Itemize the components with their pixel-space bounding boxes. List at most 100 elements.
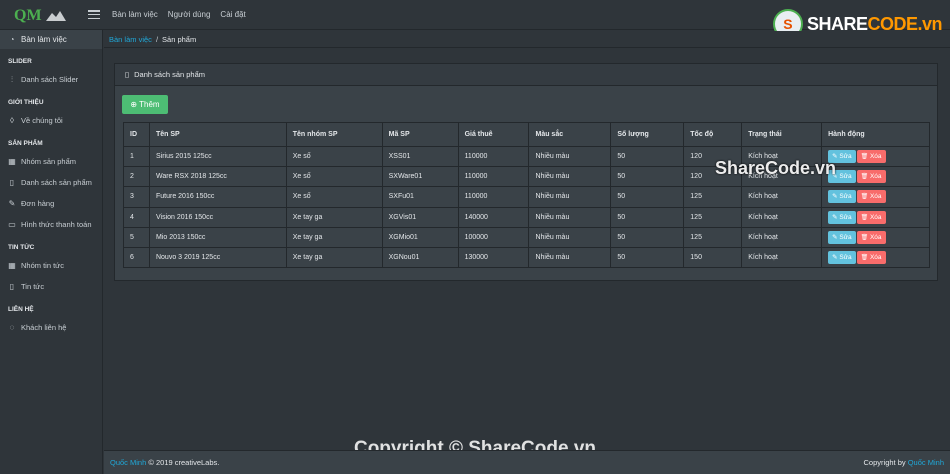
sidebar-item[interactable]: ▦ Nhóm sản phẩm: [0, 151, 102, 172]
sliders-icon: ⫶: [11, 74, 13, 84]
edit-button-label: Sửa: [839, 193, 852, 201]
sidebar-item[interactable]: ◌ Khách liên hệ: [0, 317, 102, 338]
table-cell: 150: [683, 246, 743, 269]
sidebar-item-label: Nhóm tin tức: [21, 261, 64, 270]
delete-button[interactable]: 🗑 Xóa: [856, 230, 886, 244]
sidebar-item-label: Danh sách Slider: [21, 75, 79, 84]
sidebar-section-title: LIÊN HỆ: [8, 306, 34, 313]
trash-icon: 🗑: [860, 234, 870, 241]
table-cell: Sirius 2015 125cc: [148, 145, 287, 168]
sidebar-item-label: Khách liên hệ: [21, 323, 67, 332]
table-cell: Kích hoạt: [741, 246, 823, 269]
sidebar-item[interactable]: ▭ Hình thức thanh toán: [0, 214, 102, 235]
footer-author-link[interactable]: Quốc Minh: [110, 458, 146, 467]
actions-cell: ✎ Sửa 🗑 Xóa: [821, 206, 930, 228]
trash-icon: 🗑: [860, 214, 870, 221]
table-cell: 125: [683, 206, 743, 228]
sidebar-item[interactable]: ◊ Về chúng tôi: [0, 110, 102, 131]
edit-button-label: Sửa: [839, 233, 852, 241]
table-cell: XSS01: [381, 145, 459, 168]
actions-cell: ✎ Sửa 🗑 Xóa: [821, 186, 930, 208]
delete-button-label: Xóa: [869, 213, 882, 221]
column-header: Tên SP: [148, 122, 287, 147]
nav-link-users[interactable]: Người dùng: [168, 10, 211, 19]
delete-button[interactable]: 🗑 Xóa: [856, 150, 886, 164]
edit-button-label: Sửa: [839, 173, 852, 181]
edit-button[interactable]: ✎ Sửa: [828, 230, 856, 244]
table-cell: 50: [610, 226, 685, 248]
actions-cell: ✎ Sửa 🗑 Xóa: [821, 145, 930, 168]
column-header: Giá thuê: [457, 122, 530, 147]
delete-button-label: Xóa: [869, 193, 882, 201]
sidebar-item-label: Danh sách sản phẩm: [21, 178, 92, 187]
sidebar-item[interactable]: ▯ Tin tức: [0, 276, 102, 297]
sidebar-item-dashboard[interactable]: ◔ Bàn làm việc: [0, 30, 102, 49]
nav-link-dashboard[interactable]: Bàn làm việc: [112, 10, 158, 19]
sidebar-item[interactable]: ⫶ Danh sách Slider: [0, 69, 102, 90]
drop-icon: ◊: [10, 116, 14, 125]
table-row: 5 Mio 2013 150cc Xe tay ga XGMio01 100000 Nhi…: [123, 226, 930, 248]
table-cell: Nhiều màu: [528, 246, 612, 269]
table-cell: Xe số: [285, 186, 383, 208]
column-header: Tên nhóm SP: [285, 122, 383, 147]
sidebar-item-label: Đơn hàng: [21, 199, 55, 208]
table-header-row: ID Tên SP Tên nhóm SP Mã SP Giá thuê Màu sắc S…: [123, 122, 930, 147]
table-cell: 110000: [457, 186, 530, 208]
table-cell: Xe số: [285, 166, 383, 188]
card-header: ▯ Danh sách sản phẩm: [115, 64, 937, 86]
sidebar: ◔ Bàn làm việc SLIDER ⫶ Danh sách Slider GI…: [0, 30, 103, 474]
add-button-label: Thêm: [139, 100, 160, 109]
speedometer-icon: ◔: [9, 35, 15, 44]
table-cell: 6: [123, 246, 150, 269]
sidebar-section-title: SLIDER: [8, 58, 32, 65]
delete-button[interactable]: 🗑 Xóa: [856, 251, 886, 265]
sidebar-section-title: SẢN PHẨM: [8, 140, 43, 147]
edit-button[interactable]: ✎ Sửa: [828, 190, 856, 204]
grid-icon: ▦: [8, 157, 16, 166]
column-header: Mã SP: [381, 122, 459, 147]
breadcrumb-parent-link[interactable]: Bàn làm việc: [109, 35, 152, 44]
delete-button-label: Xóa: [869, 153, 882, 161]
brand-logo[interactable]: QM: [0, 0, 80, 30]
delete-button[interactable]: 🗑 Xóa: [856, 190, 886, 204]
table-cell: Ware RSX 2018 125cc: [148, 166, 287, 188]
sidebar-item-label: Bàn làm việc: [21, 35, 67, 44]
trash-icon: 🗑: [860, 154, 870, 161]
table-cell: 125: [683, 226, 743, 248]
column-header: Hành động: [821, 122, 930, 147]
footer-right-author-link[interactable]: Quốc Minh: [908, 458, 944, 467]
table-cell: 110000: [457, 145, 530, 168]
table-cell: Kích hoạt: [741, 186, 823, 208]
chat-icon: ◌: [9, 323, 15, 332]
top-header: QM Bàn làm việc Người dùng Cài đặt S SHA…: [0, 0, 950, 39]
sidebar-item-label: Về chúng tôi: [21, 116, 63, 125]
table-cell: 100000: [457, 226, 530, 248]
logo-icon: QM: [14, 7, 66, 24]
card-title: Danh sách sản phẩm: [134, 70, 206, 79]
sidebar-item-label: Nhóm sản phẩm: [21, 157, 77, 166]
sidebar-toggle-icon[interactable]: [88, 10, 100, 19]
edit-icon: ✎: [8, 199, 16, 208]
sidebar-item[interactable]: ▦ Nhóm tin tức: [0, 255, 102, 276]
table-row: 4 Vision 2016 150cc Xe tay ga XGVis01 140000…: [123, 206, 930, 228]
table-cell: Mio 2013 150cc: [148, 226, 287, 248]
table-cell: 50: [610, 206, 685, 228]
add-product-button[interactable]: ⊕ Thêm: [122, 95, 168, 114]
table-cell: SXWare01: [381, 166, 459, 188]
sidebar-item[interactable]: ✎ Đơn hàng: [0, 193, 102, 214]
table-cell: Xe tay ga: [285, 246, 383, 269]
delete-button-label: Xóa: [869, 254, 882, 262]
footer-left: Quốc Minh © 2019 creativeLabs.: [110, 458, 219, 467]
table-row: 3 Future 2016 150cc Xe số SXFu01 110000 Nhiều…: [123, 186, 930, 208]
sidebar-item[interactable]: ▯ Danh sách sản phẩm: [0, 172, 102, 193]
delete-button[interactable]: 🗑 Xóa: [856, 210, 886, 224]
nav-link-settings[interactable]: Cài đặt: [220, 10, 245, 19]
column-header: ID: [123, 122, 150, 147]
edit-button[interactable]: ✎ Sửa: [828, 210, 856, 224]
actions-cell: ✎ Sửa 🗑 Xóa: [821, 226, 930, 248]
table-cell: 50: [610, 145, 685, 168]
delete-button[interactable]: 🗑 Xóa: [856, 170, 886, 184]
edit-button[interactable]: ✎ Sửa: [828, 251, 856, 265]
edit-button-label: Sửa: [839, 153, 852, 161]
sidebar-item-label: Tin tức: [21, 282, 45, 291]
